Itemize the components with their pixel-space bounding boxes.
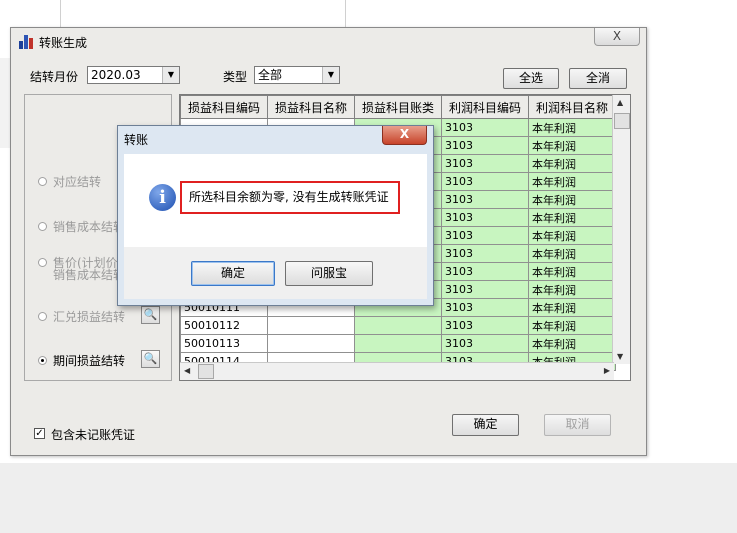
cell-loss-code[interactable]: 50010113: [180, 334, 268, 353]
cell-profit-code[interactable]: 3103: [441, 154, 529, 173]
type-label: 类型: [223, 70, 248, 84]
cell-loss-name[interactable]: [267, 316, 355, 335]
cell-loss-code[interactable]: 50010112: [180, 316, 268, 335]
info-icon: i: [149, 184, 176, 211]
radio-sales-cost-transfer[interactable]: 销售成本结转: [38, 219, 125, 235]
month-select[interactable]: 2020.03 ▼: [87, 66, 180, 84]
cancel-button[interactable]: 取消: [544, 414, 611, 436]
column-header[interactable]: 损益科目账类: [354, 95, 442, 119]
column-header[interactable]: 利润科目名称: [528, 95, 616, 119]
radio-planned-price-transfer[interactable]: 售价(计划价) 销售成本结转: [38, 255, 125, 283]
select-all-button[interactable]: 全选: [503, 68, 559, 89]
cell-profit-name[interactable]: 本年利润: [528, 118, 616, 137]
cell-profit-code[interactable]: 3103: [441, 172, 529, 191]
table-row[interactable]: 50010113 3103 本年利润: [180, 334, 616, 353]
cell-loss-account-type[interactable]: [354, 334, 442, 353]
vertical-scrollbar[interactable]: ▲ ▼: [612, 95, 630, 364]
radio-label: 对应结转: [53, 175, 102, 189]
dialog-message: 所选科目余额为零, 没有生成转账凭证: [180, 181, 400, 214]
chevron-down-icon[interactable]: ▼: [322, 67, 339, 83]
magnifier-icon: 🔍: [143, 308, 158, 321]
include-unposted-checkbox[interactable]: ✓: [34, 428, 45, 439]
radio-corresponding-transfer[interactable]: 对应结转: [38, 174, 101, 190]
radio-button[interactable]: [38, 356, 47, 365]
cell-profit-code[interactable]: 3103: [441, 136, 529, 155]
background-area: [0, 463, 737, 533]
window-close-button[interactable]: X: [594, 28, 640, 46]
column-header[interactable]: 损益科目编码: [180, 95, 268, 119]
clear-all-button[interactable]: 全消: [569, 68, 627, 89]
radio-exchange-transfer[interactable]: 汇兑损益结转: [38, 309, 125, 325]
cell-profit-code[interactable]: 3103: [441, 208, 529, 227]
cell-profit-code[interactable]: 3103: [441, 262, 529, 281]
cell-profit-name[interactable]: 本年利润: [528, 136, 616, 155]
cell-profit-code[interactable]: 3103: [441, 226, 529, 245]
cell-loss-account-type[interactable]: [354, 316, 442, 335]
column-header[interactable]: 损益科目名称: [267, 95, 355, 119]
ok-button[interactable]: 确定: [452, 414, 519, 436]
horizontal-scrollbar[interactable]: ◀ ▶: [180, 362, 614, 380]
cell-profit-name[interactable]: 本年利润: [528, 280, 616, 299]
background-divider: [345, 0, 346, 28]
month-label: 结转月份: [30, 70, 79, 84]
cell-profit-name[interactable]: 本年利润: [528, 334, 616, 353]
scroll-right-icon[interactable]: ▶: [604, 366, 610, 375]
exchange-search-button[interactable]: 🔍: [141, 306, 160, 324]
cell-profit-code[interactable]: 3103: [441, 280, 529, 299]
cell-profit-name[interactable]: 本年利润: [528, 208, 616, 227]
dialog-ok-button[interactable]: 确定: [191, 261, 275, 286]
cell-profit-name[interactable]: 本年利润: [528, 262, 616, 281]
app-chart-icon: [19, 34, 35, 49]
scroll-down-icon[interactable]: ▼: [617, 352, 623, 361]
window-title: 转账生成: [39, 36, 88, 50]
type-select[interactable]: 全部 ▼: [254, 66, 340, 84]
chevron-down-icon[interactable]: ▼: [162, 67, 179, 83]
type-value: 全部: [258, 68, 283, 82]
cell-profit-name[interactable]: 本年利润: [528, 298, 616, 317]
radio-label-line2: 销售成本结转: [53, 268, 126, 282]
cell-profit-code[interactable]: 3103: [441, 334, 529, 353]
radio-button[interactable]: [38, 222, 47, 231]
background-divider: [60, 0, 61, 28]
column-header[interactable]: 利润科目编码: [441, 95, 529, 119]
radio-period-profit-loss-transfer[interactable]: 期间损益结转: [38, 353, 125, 369]
scroll-left-icon[interactable]: ◀: [184, 366, 190, 375]
cell-profit-name[interactable]: 本年利润: [528, 154, 616, 173]
period-search-button[interactable]: 🔍: [141, 350, 160, 368]
magnifier-icon: 🔍: [143, 352, 158, 365]
scroll-thumb[interactable]: [614, 113, 630, 129]
cell-profit-code[interactable]: 3103: [441, 190, 529, 209]
cell-profit-code[interactable]: 3103: [441, 118, 529, 137]
cell-profit-name[interactable]: 本年利润: [528, 244, 616, 263]
cell-profit-name[interactable]: 本年利润: [528, 190, 616, 209]
cell-profit-code[interactable]: 3103: [441, 244, 529, 263]
radio-label: 汇兑损益结转: [53, 310, 126, 324]
dialog-close-button[interactable]: X: [382, 126, 427, 145]
radio-button[interactable]: [38, 312, 47, 321]
include-unposted-label: 包含未记账凭证: [51, 428, 136, 442]
cell-profit-code[interactable]: 3103: [441, 316, 529, 335]
scroll-up-icon[interactable]: ▲: [617, 98, 623, 107]
title-bar[interactable]: 转账生成 X: [11, 28, 646, 54]
cell-profit-name[interactable]: 本年利润: [528, 226, 616, 245]
dialog-title: 转账: [124, 133, 149, 147]
dialog-help-button[interactable]: 问服宝: [285, 261, 373, 286]
dialog-button-bar: 确定 问服宝: [124, 247, 427, 299]
cell-profit-name[interactable]: 本年利润: [528, 172, 616, 191]
radio-label: 销售成本结转: [53, 220, 126, 234]
radio-button[interactable]: [38, 258, 47, 267]
scroll-thumb[interactable]: [198, 364, 214, 379]
radio-button[interactable]: [38, 177, 47, 186]
grid-header-row: 损益科目编码 损益科目名称 损益科目账类 利润科目编码 利润科目名称: [180, 95, 616, 119]
month-value: 2020.03: [91, 68, 141, 82]
transfer-message-dialog: 转账 X i 所选科目余额为零, 没有生成转账凭证 确定 问服宝: [117, 125, 434, 306]
table-row[interactable]: 50010112 3103 本年利润: [180, 316, 616, 335]
cell-profit-code[interactable]: 3103: [441, 298, 529, 317]
radio-label: 期间损益结转: [53, 354, 126, 368]
cell-profit-name[interactable]: 本年利润: [528, 316, 616, 335]
cell-loss-name[interactable]: [267, 334, 355, 353]
dialog-body: i 所选科目余额为零, 没有生成转账凭证: [124, 154, 427, 247]
